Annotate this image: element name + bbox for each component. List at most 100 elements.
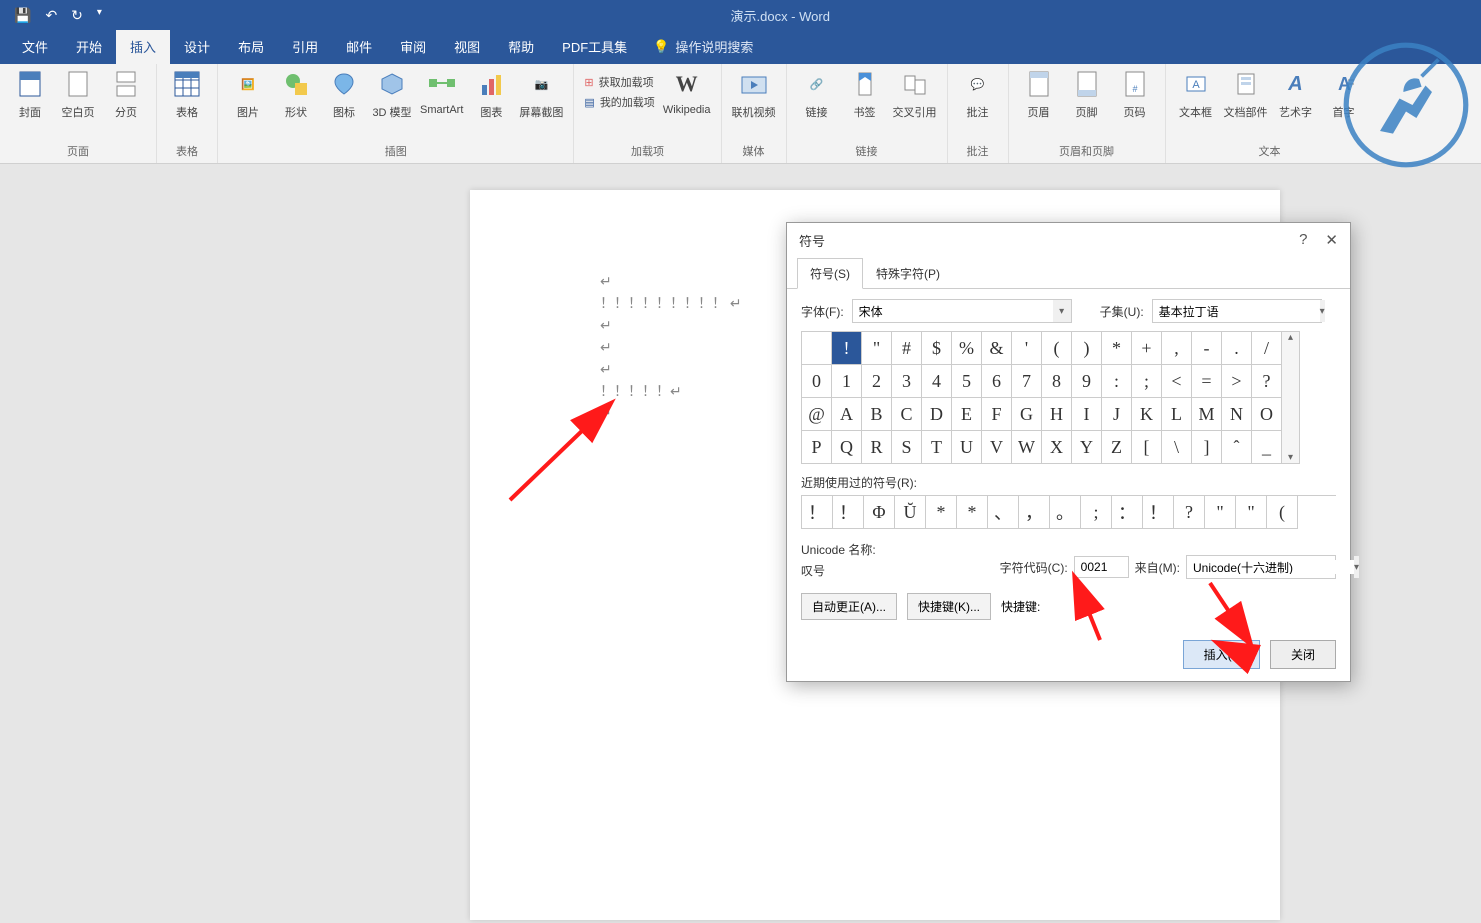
symbol-cell[interactable]: _: [1252, 431, 1282, 464]
chart-button[interactable]: 图表: [471, 68, 511, 120]
autocorrect-button[interactable]: 自动更正(A)...: [801, 593, 897, 620]
symbol-cell[interactable]: M: [1192, 398, 1222, 431]
icons-button[interactable]: 图标: [324, 68, 364, 120]
wordart-button[interactable]: A艺术字: [1276, 68, 1316, 120]
symbol-cell[interactable]: :: [1102, 365, 1132, 398]
my-addins-button[interactable]: ▤我的加载项: [584, 94, 654, 110]
recent-symbol-cell[interactable]: ": [1205, 496, 1236, 529]
recent-symbol-cell[interactable]: *: [926, 496, 957, 529]
chevron-down-icon[interactable]: ▾: [1053, 300, 1071, 322]
symbol-cell[interactable]: R: [862, 431, 892, 464]
wikipedia-button[interactable]: WWikipedia: [663, 68, 711, 116]
smartart-button[interactable]: SmartArt: [420, 68, 463, 120]
recent-symbol-cell[interactable]: ！: [833, 496, 864, 529]
recent-symbol-cell[interactable]: *: [957, 496, 988, 529]
tab-layout[interactable]: 布局: [224, 29, 278, 64]
recent-symbol-cell[interactable]: ;: [1081, 496, 1112, 529]
online-video-button[interactable]: 联机视频: [732, 68, 776, 120]
symbol-cell[interactable]: C: [892, 398, 922, 431]
symbol-cell[interactable]: +: [1132, 332, 1162, 365]
recent-symbol-cell[interactable]: ?: [1174, 496, 1205, 529]
symbol-cell[interactable]: %: [952, 332, 982, 365]
symbol-cell[interactable]: B: [862, 398, 892, 431]
from-combo[interactable]: ▾: [1186, 555, 1336, 579]
recent-symbol-cell[interactable]: ！: [802, 496, 833, 529]
cover-page-button[interactable]: 封面: [10, 68, 50, 120]
subset-combo[interactable]: ▾: [1152, 299, 1322, 323]
recent-symbol-cell[interactable]: (: [1267, 496, 1298, 529]
picture-button[interactable]: 🖼️图片: [228, 68, 268, 120]
recent-symbol-cell[interactable]: ！: [1143, 496, 1174, 529]
tab-mailings[interactable]: 邮件: [332, 29, 386, 64]
symbol-cell[interactable]: >: [1222, 365, 1252, 398]
symbol-cell[interactable]: L: [1162, 398, 1192, 431]
symbol-cell[interactable]: H: [1042, 398, 1072, 431]
symbol-cell[interactable]: P: [802, 431, 832, 464]
tab-pdf[interactable]: PDF工具集: [548, 29, 641, 64]
save-icon[interactable]: 💾: [14, 7, 31, 24]
get-addins-button[interactable]: ⊞获取加载项: [584, 74, 654, 90]
symbol-cell[interactable]: /: [1252, 332, 1282, 365]
comment-button[interactable]: 💬批注: [958, 68, 998, 120]
qat-dropdown-icon[interactable]: ▾: [97, 7, 102, 24]
tab-home[interactable]: 开始: [62, 29, 116, 64]
scroll-down-icon[interactable]: ▾: [1288, 452, 1293, 463]
tab-review[interactable]: 审阅: [386, 29, 440, 64]
textbox-button[interactable]: A文本框: [1176, 68, 1216, 120]
recent-symbol-cell[interactable]: 、: [988, 496, 1019, 529]
symbol-cell[interactable]: =: [1192, 365, 1222, 398]
undo-icon[interactable]: ↶: [45, 7, 57, 24]
recent-symbol-cell[interactable]: ，: [1019, 496, 1050, 529]
symbol-cell[interactable]: D: [922, 398, 952, 431]
symbol-cell[interactable]: <: [1162, 365, 1192, 398]
tell-me-search[interactable]: 💡 操作说明搜索: [641, 29, 765, 64]
symbol-cell[interactable]: 0: [802, 365, 832, 398]
symbol-cell[interactable]: ?: [1252, 365, 1282, 398]
header-button[interactable]: 页眉: [1019, 68, 1059, 120]
close-button[interactable]: 关闭: [1270, 640, 1336, 669]
blank-page-button[interactable]: 空白页: [58, 68, 98, 120]
symbol-cell[interactable]: S: [892, 431, 922, 464]
symbol-cell[interactable]: [: [1132, 431, 1162, 464]
symbol-cell[interactable]: 8: [1042, 365, 1072, 398]
bookmark-button[interactable]: 书签: [845, 68, 885, 120]
symbol-cell[interactable]: 4: [922, 365, 952, 398]
help-icon[interactable]: ?: [1299, 231, 1307, 249]
tab-file[interactable]: 文件: [8, 29, 62, 64]
document-body[interactable]: ↵ ！！！！！！！！！ ↵ ↵ ↵ ↵ ！！！！！↵ ↵: [600, 270, 742, 424]
tab-design[interactable]: 设计: [170, 29, 224, 64]
symbol-cell[interactable]: @: [802, 398, 832, 431]
symbol-cell[interactable]: &: [982, 332, 1012, 365]
symbol-cell[interactable]: O: [1252, 398, 1282, 431]
symbol-cell[interactable]: 5: [952, 365, 982, 398]
shapes-button[interactable]: 形状: [276, 68, 316, 120]
symbol-cell[interactable]: A: [832, 398, 862, 431]
symbol-cell[interactable]: I: [1072, 398, 1102, 431]
symbol-cell[interactable]: Y: [1072, 431, 1102, 464]
cross-reference-button[interactable]: 交叉引用: [893, 68, 937, 120]
symbol-cell[interactable]: T: [922, 431, 952, 464]
recent-symbol-cell[interactable]: ：: [1112, 496, 1143, 529]
tab-symbols[interactable]: 符号(S): [797, 258, 863, 289]
grid-scrollbar[interactable]: ▴▾: [1282, 331, 1300, 464]
symbol-cell[interactable]: \: [1162, 431, 1192, 464]
symbol-cell[interactable]: ,: [1162, 332, 1192, 365]
symbol-cell[interactable]: 7: [1012, 365, 1042, 398]
symbol-cell[interactable]: $: [922, 332, 952, 365]
shortcut-key-button[interactable]: 快捷键(K)...: [907, 593, 991, 620]
symbol-cell[interactable]: N: [1222, 398, 1252, 431]
3d-models-button[interactable]: 3D 模型: [372, 68, 412, 120]
link-button[interactable]: 🔗链接: [797, 68, 837, 120]
charcode-input[interactable]: [1074, 556, 1129, 578]
footer-button[interactable]: 页脚: [1067, 68, 1107, 120]
scroll-up-icon[interactable]: ▴: [1288, 332, 1293, 343]
symbol-cell[interactable]: V: [982, 431, 1012, 464]
symbol-cell[interactable]: *: [1102, 332, 1132, 365]
quick-parts-button[interactable]: 文档部件: [1224, 68, 1268, 120]
symbol-cell[interactable]: G: [1012, 398, 1042, 431]
symbol-cell[interactable]: #: [892, 332, 922, 365]
symbol-cell[interactable]: W: [1012, 431, 1042, 464]
symbol-cell[interactable]: -: [1192, 332, 1222, 365]
symbol-cell[interactable]: Q: [832, 431, 862, 464]
redo-icon[interactable]: ↻: [71, 7, 83, 24]
